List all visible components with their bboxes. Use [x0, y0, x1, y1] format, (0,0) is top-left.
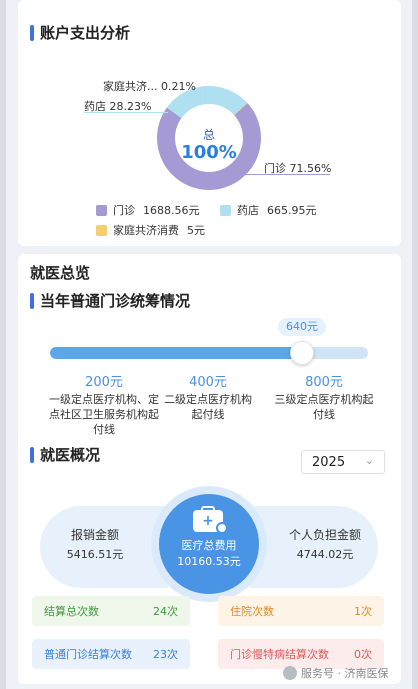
- legend-family: 家庭共济消费 5元: [96, 222, 205, 238]
- legend-pharmacy-amount: 665.95元: [267, 204, 317, 217]
- donut-center-value: 100%: [181, 142, 237, 163]
- right-edge: [412, 0, 418, 689]
- personal-value: 4744.02元: [296, 548, 354, 561]
- tile-outpatient-settlements: 普通门诊结算次数 23次: [32, 639, 190, 669]
- tile-hospitalizations-label: 住院次数: [230, 605, 274, 618]
- legend-pharmacy: 药店 665.95元: [220, 202, 317, 218]
- kit-badge-icon: [216, 522, 228, 534]
- level-1-desc: 一级定点医疗机构、定点社区卫生服务机构起付线: [49, 393, 159, 436]
- wechat-icon: [283, 666, 297, 680]
- level-2-amount: 400元: [189, 375, 227, 390]
- legend-outpatient: 门诊 1688.56元: [96, 202, 200, 218]
- section-bar-icon: [30, 446, 34, 463]
- leader-outpatient: [240, 174, 330, 175]
- tile-total-settlements-value: 24次: [153, 605, 178, 618]
- level-3-desc: 三级定点医疗机构起付线: [274, 393, 374, 421]
- legend-swatch-family: [96, 224, 107, 236]
- legend-family-amount: 5元: [187, 224, 205, 237]
- left-edge: [0, 0, 6, 689]
- section-bar-icon: [30, 292, 34, 309]
- outpatient-title: 当年普通门诊统筹情况: [30, 290, 190, 311]
- tile-total-settlements-label: 结算总次数: [44, 605, 99, 618]
- legend-family-name: 家庭共济消费: [113, 224, 179, 237]
- reimbursed-label: 报销金额: [70, 528, 119, 542]
- legend-outpatient-name: 门诊: [113, 204, 135, 217]
- tile-hospitalizations: 住院次数 1次: [218, 596, 384, 626]
- outpatient-progress-track: [50, 347, 368, 359]
- donut-center-label: 总: [202, 128, 215, 142]
- outpatient-title-text: 当年普通门诊统筹情况: [40, 292, 191, 310]
- chevron-down-icon: ⌄: [364, 454, 374, 467]
- level-1-amount: 200元: [85, 375, 123, 390]
- leader-family: [205, 90, 206, 102]
- legend-outpatient-amount: 1688.56元: [143, 204, 200, 217]
- callout-family: 家庭共济... 0.21%: [103, 80, 196, 93]
- account-analysis-title: 账户支出分析: [30, 22, 130, 43]
- legend-swatch-outpatient: [96, 204, 107, 216]
- total-label: 医疗总费用: [181, 539, 237, 552]
- tile-hospitalizations-value: 1次: [354, 605, 372, 618]
- tile-total-settlements: 结算总次数 24次: [32, 596, 190, 626]
- legend-swatch-pharmacy: [220, 204, 231, 216]
- account-analysis-title-text: 账户支出分析: [40, 24, 131, 42]
- tile-chronic-settlements-value: 0次: [354, 648, 372, 661]
- current-amount-tag: 640元: [278, 318, 326, 336]
- visits-title: 就医概况: [30, 444, 100, 465]
- year-select-value: 2025: [312, 454, 346, 470]
- medical-cross-icon: +: [202, 513, 214, 529]
- section-bar-icon: [30, 24, 34, 41]
- tile-outpatient-settlements-label: 普通门诊结算次数: [44, 648, 132, 661]
- tile-chronic-settlements-label: 门诊慢特病结算次数: [230, 648, 329, 661]
- level-2-desc: 二级定点医疗机构起付线: [164, 393, 252, 421]
- year-select[interactable]: 2025 ⌄: [301, 450, 385, 474]
- overview-heading: 就医总览: [30, 264, 91, 282]
- visits-title-text: 就医概况: [40, 446, 101, 464]
- level-3: 800元 三级定点医疗机构起付线: [264, 371, 384, 422]
- level-1: 200元 一级定点医疗机构、定点社区卫生服务机构起付线: [44, 371, 164, 437]
- personal-label: 个人负担金额: [288, 528, 361, 542]
- tile-outpatient-settlements-value: 23次: [153, 648, 178, 661]
- legend-pharmacy-name: 药店: [237, 204, 259, 217]
- progress-knob: [290, 341, 314, 365]
- level-3-amount: 800元: [305, 375, 343, 390]
- watermark: 服务号 · 济南医保: [283, 665, 389, 681]
- total-value: 10160.53元: [177, 555, 241, 568]
- outpatient-progress-fill: [50, 347, 305, 359]
- level-2: 400元 二级定点医疗机构起付线: [148, 371, 268, 422]
- reimbursed-value: 5416.51元: [66, 548, 124, 561]
- leader-pharmacy: [84, 112, 168, 113]
- watermark-text: 服务号 · 济南医保: [301, 667, 389, 680]
